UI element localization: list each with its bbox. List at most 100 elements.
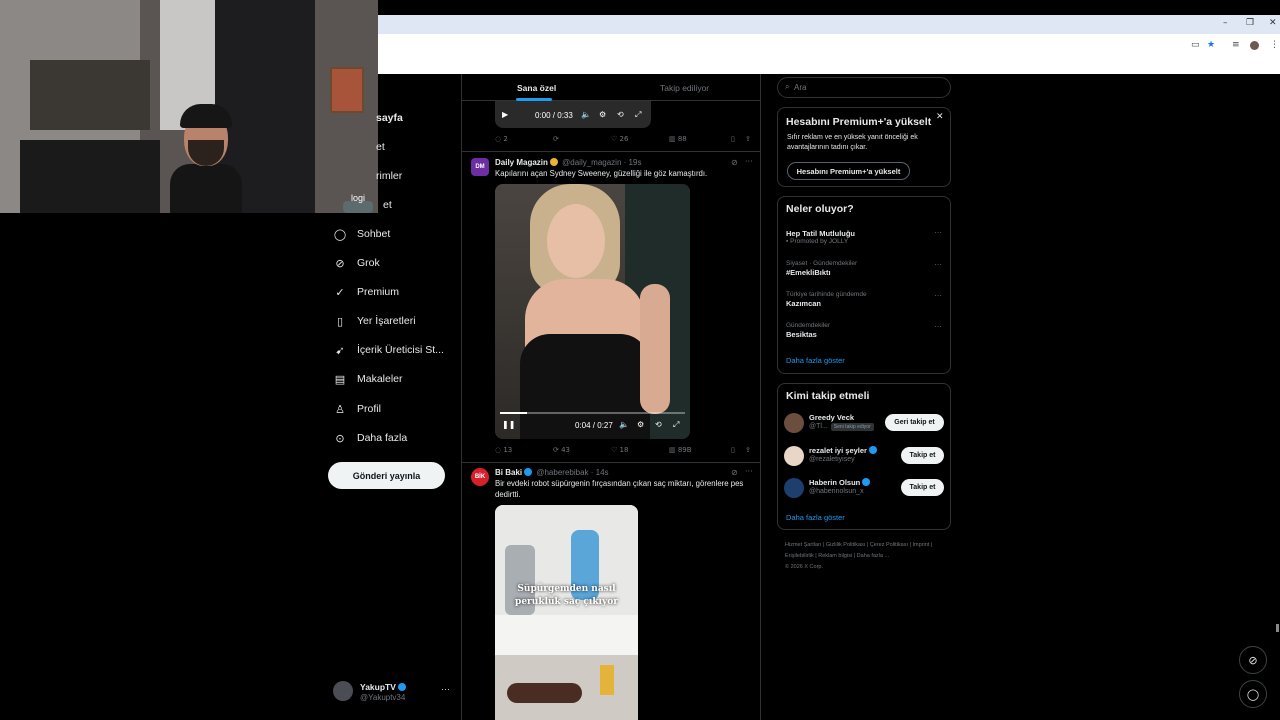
tab-for-you[interactable]: Sana özel [517, 83, 556, 93]
trend-item[interactable]: Türkiye tarihinde gündemde Kazımcan ··· [786, 291, 946, 308]
play-icon[interactable]: ▶ [502, 110, 508, 119]
nav-explore-label[interactable]: et [376, 141, 385, 153]
cast-icon[interactable]: ▭ [1191, 40, 1200, 50]
scrollbar[interactable] [1276, 624, 1279, 632]
repost-button[interactable]: ⟳ [553, 135, 559, 143]
more-dots-icon[interactable]: ··· [934, 322, 942, 331]
author-name[interactable]: Daily Magazin [495, 158, 548, 167]
follow-suggestion[interactable]: rezalet iyi şeyler @rezaletiyisey Takip … [784, 444, 946, 468]
nav-item-bookmarks[interactable]: ▯ Yer İşaretleri [333, 311, 416, 331]
footer-link[interactable]: Gizlilik Politikası [826, 542, 865, 548]
avatar[interactable] [784, 413, 804, 433]
nav-item-creator-studio[interactable]: ➹ İçerik Üreticisi St... [333, 340, 444, 360]
minimize-icon[interactable]: – [1223, 18, 1228, 28]
bookmark-button[interactable]: ▯ [731, 446, 735, 454]
footer-link[interactable]: Çerez Politikası [870, 542, 908, 548]
nav-item-grok[interactable]: ⊘ Grok [333, 253, 379, 273]
more-dots-icon[interactable]: ··· [934, 228, 942, 237]
views-button[interactable]: ▥ 88 [669, 135, 687, 143]
more-dots-icon[interactable]: ··· [745, 467, 753, 476]
avatar[interactable] [784, 446, 804, 466]
footer-link[interactable]: Daha fazla ... [857, 553, 889, 559]
browser-profile-icon[interactable] [1250, 41, 1259, 50]
grok-float-icon[interactable]: ⊘ [1239, 646, 1267, 674]
video-player[interactable]: ▶ 0:00 / 0:33 🔈 ⚙ ⟲ ⤢ [495, 101, 651, 128]
search-box[interactable]: ⌕ [777, 77, 951, 98]
trend-item[interactable]: Siyaset · Gündemdekiler #EmekliBıktı ··· [786, 260, 946, 277]
footer-link[interactable]: Hizmet Şartları [785, 542, 821, 548]
nav-item-articles[interactable]: ▤ Makaleler [333, 369, 403, 389]
trend-item[interactable]: Hep Tatil Mutluluğu ▪ Promoted by JOLLY … [786, 228, 946, 245]
reply-button[interactable]: ◌ 13 [495, 446, 512, 454]
search-input[interactable] [794, 81, 944, 94]
loop-icon[interactable]: ⟲ [655, 420, 662, 429]
browser-menu-icon[interactable]: ⋮ [1270, 40, 1279, 50]
nav-notifications-label[interactable]: rimler [376, 170, 402, 182]
tweet-time[interactable]: 14s [596, 468, 609, 477]
mute-icon[interactable]: 🔈 [581, 110, 591, 119]
video-progress-bar[interactable] [500, 412, 685, 414]
tweet-time[interactable]: 19s [629, 158, 642, 167]
nav-item-profile[interactable]: ♙ Profil [333, 399, 381, 419]
bookmark-icon: ▯ [336, 314, 344, 328]
footer-link[interactable]: Imprint [913, 542, 930, 548]
follow-suggestion[interactable]: Greedy Veck @Tl... Seni takip ediyor Geri… [784, 411, 946, 435]
account-switcher[interactable]: YakupTV @Yakuptv34 ··· [333, 680, 453, 704]
mute-icon[interactable]: 🔈 [619, 420, 629, 429]
show-more-link[interactable]: Daha fazla göster [786, 513, 845, 522]
views-button[interactable]: ▥ 89B [669, 446, 692, 454]
tab-following[interactable]: Takip ediliyor [660, 83, 709, 93]
loop-icon[interactable]: ⟲ [617, 110, 624, 119]
grok-icon[interactable]: ⊘ [731, 468, 738, 477]
follow-suggestion[interactable]: Haberin Olsun @haberinolsun_x Takip et [784, 476, 946, 500]
like-button[interactable]: ♡ 26 [611, 135, 628, 143]
follow-back-button[interactable]: Geri takip et [885, 414, 944, 431]
post-button[interactable]: Gönderi yayınla [328, 462, 445, 489]
share-button[interactable]: ⇪ [745, 135, 751, 143]
more-dots-icon[interactable]: ··· [934, 291, 942, 300]
close-icon[interactable]: ✕ [936, 112, 944, 122]
like-button[interactable]: ♡ 18 [611, 446, 628, 454]
nav-item-label: Premium [357, 286, 400, 298]
avatar[interactable]: BİK [471, 468, 489, 486]
restore-icon[interactable]: ❐ [1246, 18, 1254, 28]
trend-item[interactable]: Gündemdekiler Besiktas ··· [786, 322, 946, 339]
follow-button[interactable]: Takip et [901, 447, 944, 464]
fullscreen-icon[interactable]: ⤢ [635, 110, 641, 120]
grok-icon[interactable]: ⊘ [731, 158, 738, 167]
more-dots-icon[interactable]: ··· [745, 157, 753, 166]
share-button[interactable]: ⇪ [745, 446, 751, 454]
video-progress-fill [500, 412, 528, 414]
tweet-video[interactable]: Süpürgemden nasıl peruklük saç çıkıyor [495, 505, 638, 720]
upgrade-premium-button[interactable]: Hesabını Premium+'a yükselt [787, 162, 910, 180]
avatar[interactable] [784, 478, 804, 498]
more-dots-icon[interactable]: ··· [934, 260, 942, 269]
nav-home-label[interactable]: sayfa [376, 112, 403, 124]
avatar[interactable]: DM [471, 158, 489, 176]
nav-item-premium[interactable]: ✓ Premium [333, 282, 399, 302]
settings-icon[interactable]: ⚙ [637, 420, 644, 429]
footer-link[interactable]: Erişilebilirlik [785, 553, 814, 559]
reply-button[interactable]: ◌ 2 [495, 135, 508, 143]
repost-button[interactable]: ⟳ 43 [553, 446, 570, 454]
settings-icon[interactable]: ⚙ [599, 110, 606, 119]
author-handle[interactable]: @haberebibak [536, 468, 588, 477]
nav-item-chat[interactable]: ◯ Sohbet [333, 224, 390, 244]
nav-item-more[interactable]: ⊙ Daha fazla [333, 428, 407, 448]
more-dots-icon[interactable]: ··· [441, 684, 450, 694]
tweet-video[interactable]: ❚❚ 0:04 / 0:27 🔈 ⚙ ⟲ ⤢ [495, 184, 690, 439]
bookmark-button[interactable]: ▯ [731, 135, 735, 143]
follow-button[interactable]: Takip et [901, 479, 944, 496]
pause-icon[interactable]: ❚❚ [502, 420, 515, 429]
messages-float-icon[interactable]: ◯ [1239, 680, 1267, 708]
timeline[interactable]: Sana özel Takip ediliyor ▶ 0:00 / 0:33 🔈… [461, 74, 761, 720]
footer-link[interactable]: Reklam bilgisi [818, 553, 852, 559]
close-window-icon[interactable]: ✕ [1269, 18, 1277, 28]
extensions-icon[interactable]: ≡ [1232, 40, 1240, 50]
author-name[interactable]: Bi Baki [495, 468, 522, 477]
nav-follow-label[interactable]: et [383, 199, 392, 211]
show-more-link[interactable]: Daha fazla göster [786, 356, 845, 365]
author-handle[interactable]: @daily_magazin [562, 158, 621, 167]
fullscreen-icon[interactable]: ⤢ [673, 420, 679, 430]
bookmark-star-icon[interactable]: ★ [1207, 40, 1215, 50]
